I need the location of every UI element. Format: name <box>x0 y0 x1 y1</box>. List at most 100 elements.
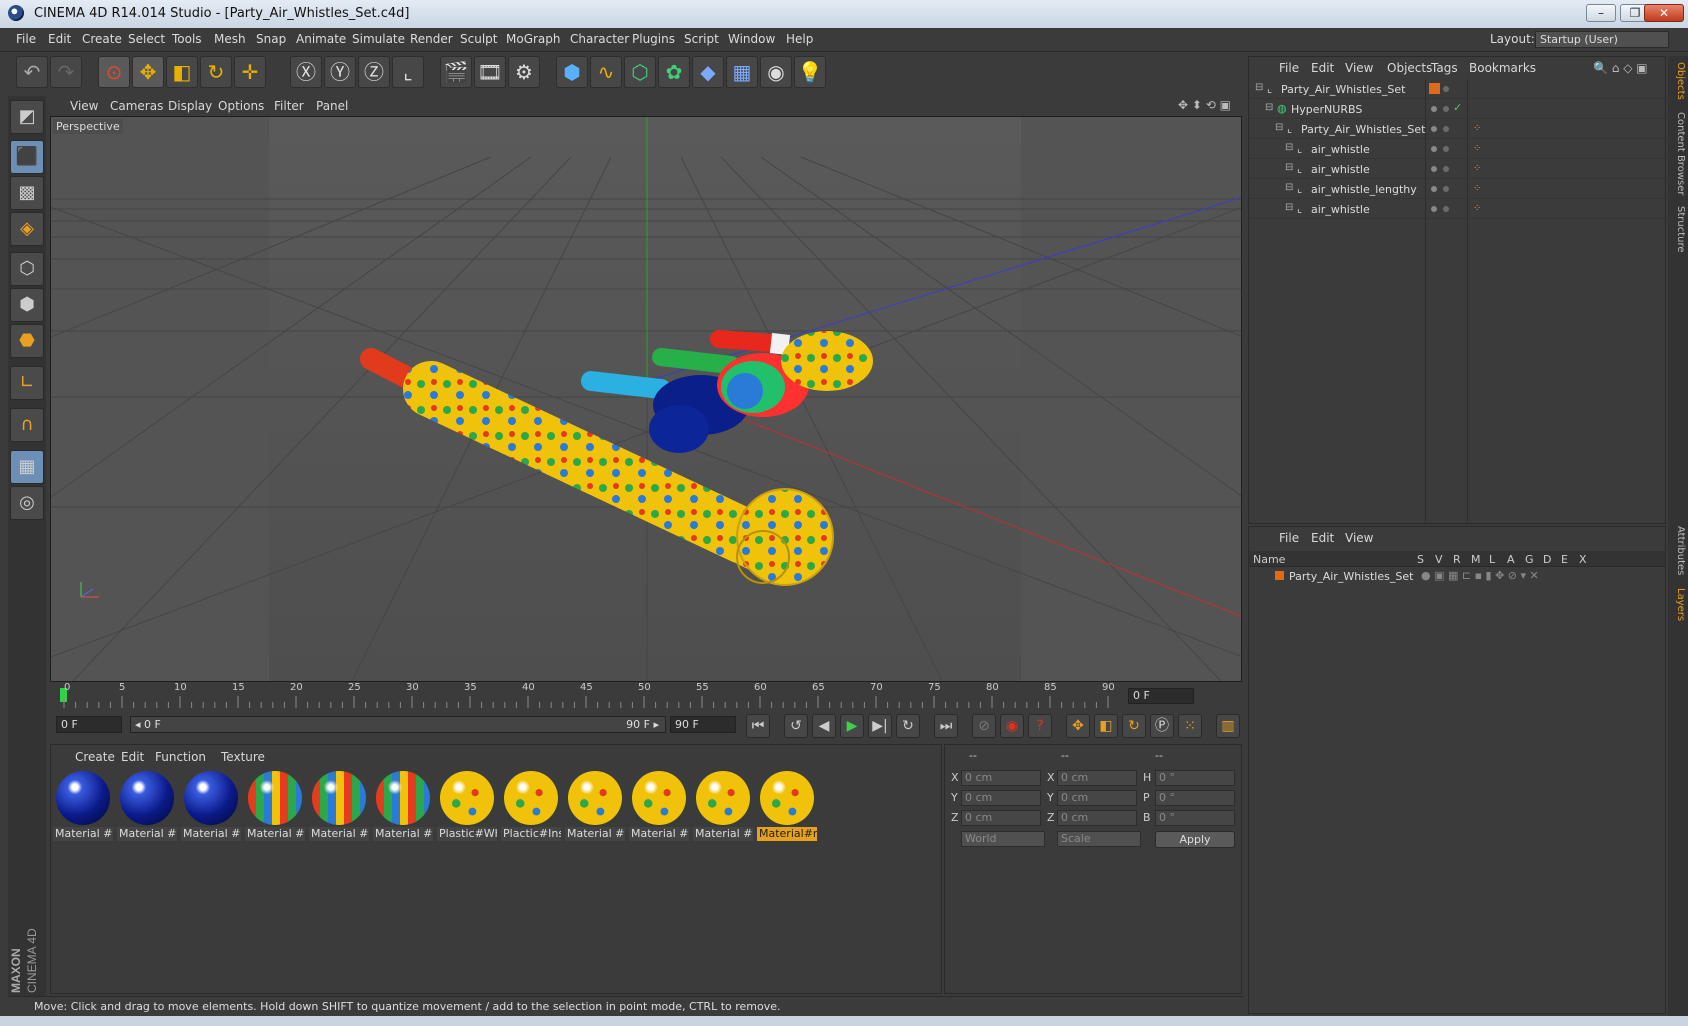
object-name[interactable]: air_whistle <box>1311 203 1370 216</box>
object-name[interactable]: Party_Air_Whistles_Set <box>1281 83 1405 96</box>
size-y-field[interactable]: 0 cm <box>1057 790 1137 806</box>
material-menu-function[interactable]: Function <box>155 750 206 764</box>
edges-mode-icon[interactable]: ⬢ <box>10 288 44 322</box>
viewport-menu-filter[interactable]: Filter <box>274 99 304 113</box>
material-swatch[interactable]: Material #g <box>245 769 305 841</box>
objects-menu-edit[interactable]: Edit <box>1311 61 1334 75</box>
layers-menu-file[interactable]: File <box>1279 531 1299 545</box>
objects-menu-view[interactable]: View <box>1345 61 1373 75</box>
previous-key-icon[interactable]: ↺ <box>784 714 808 738</box>
menu-edit[interactable]: Edit <box>48 32 71 46</box>
render-visibility-icon[interactable] <box>1443 126 1449 132</box>
texture-mode-icon[interactable]: ▩ <box>10 176 44 210</box>
recent-tool-icon[interactable]: ✛ <box>234 56 266 88</box>
layer-color-swatch[interactable] <box>1275 571 1284 580</box>
workplane-icon[interactable]: ◈ <box>10 212 44 246</box>
start-frame-field[interactable]: 0 F <box>56 716 122 733</box>
expand-toggle-icon[interactable]: ⊟ <box>1285 202 1293 213</box>
rotate-tool-icon[interactable]: ↻ <box>200 56 232 88</box>
record-keys-icon[interactable]: ⊘ <box>972 714 996 738</box>
render-visibility-icon[interactable] <box>1443 166 1449 172</box>
render-picture-viewer-icon[interactable]: 🎞 <box>474 56 506 88</box>
material-swatch[interactable]: Plastic#Wh <box>437 769 497 841</box>
material-swatch[interactable]: Material #g <box>309 769 369 841</box>
render-view-icon[interactable]: 🎬 <box>440 56 472 88</box>
viewport-nav-icons[interactable]: ✥ ⬍ ⟲ ▣ <box>1178 98 1231 112</box>
timeline-ruler[interactable]: 0 5 10 15 20 25 30 35 40 45 50 55 60 65 … <box>50 682 1242 710</box>
menu-window[interactable]: Window <box>728 32 775 46</box>
snap-icon[interactable]: ◎ <box>10 486 44 520</box>
viewport-menu-panel[interactable]: Panel <box>316 99 348 113</box>
cube-object-icon[interactable]: ⬢ <box>556 56 588 88</box>
y-axis-icon[interactable]: Ⓨ <box>324 56 356 88</box>
object-name[interactable]: Party_Air_Whistles_Set <box>1301 123 1425 136</box>
previous-frame-icon[interactable]: ◀ <box>812 714 836 738</box>
floor-icon[interactable]: ▦ <box>726 56 758 88</box>
object-name[interactable]: HyperNURBS <box>1291 103 1362 116</box>
expand-toggle-icon[interactable]: ⊟ <box>1285 182 1293 193</box>
material-swatch[interactable]: Material#ro <box>757 769 817 841</box>
material-swatch[interactable]: Material #1 <box>117 769 177 841</box>
make-editable-icon[interactable]: ◩ <box>10 100 44 134</box>
tab-layers[interactable]: Layers <box>1670 588 1686 621</box>
menu-help[interactable]: Help <box>786 32 813 46</box>
layers-menu-edit[interactable]: Edit <box>1311 531 1334 545</box>
objects-menu-file[interactable]: File <box>1279 61 1299 75</box>
render-visibility-icon[interactable] <box>1443 146 1449 152</box>
menu-file[interactable]: File <box>16 32 36 46</box>
tab-attributes[interactable]: Attributes <box>1670 526 1686 575</box>
array-icon[interactable]: ✿ <box>658 56 690 88</box>
tab-content-browser[interactable]: Content Browser <box>1670 112 1686 195</box>
key-pla-icon[interactable]: ⁙ <box>1178 714 1202 738</box>
spline-icon[interactable]: ∿ <box>590 56 622 88</box>
x-axis-icon[interactable]: Ⓧ <box>290 56 322 88</box>
tab-structure[interactable]: Structure <box>1670 206 1686 253</box>
object-row[interactable]: ⊟ ⌞ air_whistle ⁘ <box>1249 159 1665 179</box>
render-visibility-icon[interactable] <box>1443 186 1449 192</box>
material-swatch[interactable]: Material #1 <box>53 769 113 841</box>
menu-plugins[interactable]: Plugins <box>632 32 675 46</box>
render-visibility-icon[interactable] <box>1443 106 1449 112</box>
editor-visibility-icon[interactable] <box>1431 166 1437 172</box>
coordinate-system-icon[interactable]: ⌞ <box>392 56 424 88</box>
undo-icon[interactable]: ↶ <box>16 56 48 88</box>
enabled-check-icon[interactable]: ✓ <box>1453 101 1462 114</box>
go-to-start-icon[interactable]: ⏮ <box>746 714 770 738</box>
size-z-field[interactable]: 0 cm <box>1057 810 1137 826</box>
viewport-menu-options[interactable]: Options <box>218 99 264 113</box>
menu-snap[interactable]: Snap <box>256 32 286 46</box>
material-swatch[interactable]: Material #F <box>565 769 625 841</box>
material-tag-icon[interactable]: ⁘ <box>1473 183 1483 194</box>
menu-select[interactable]: Select <box>128 32 165 46</box>
material-swatch[interactable]: Material #g <box>373 769 433 841</box>
perspective-viewport[interactable]: Perspective <box>50 116 1242 682</box>
end-frame-field[interactable]: 90 F <box>670 716 736 733</box>
play-icon[interactable]: ▶ <box>840 714 864 738</box>
menu-sculpt[interactable]: Sculpt <box>460 32 497 46</box>
editor-visibility-icon[interactable] <box>1431 206 1437 212</box>
editor-visibility-icon[interactable] <box>1431 106 1437 112</box>
model-mode-icon[interactable]: ⬛ <box>10 140 44 174</box>
expand-toggle-icon[interactable]: ⊟ <box>1275 122 1283 133</box>
close-button[interactable]: ✕ <box>1644 4 1684 22</box>
render-visibility-icon[interactable] <box>1443 206 1449 212</box>
go-to-end-icon[interactable]: ⏭ <box>934 714 958 738</box>
editor-visibility-icon[interactable] <box>1431 126 1437 132</box>
menu-tools[interactable]: Tools <box>172 32 202 46</box>
material-menu-edit[interactable]: Edit <box>121 750 144 764</box>
object-row[interactable]: ⊟ ⌞ Party_Air_Whistles_Set <box>1249 79 1665 99</box>
layers-menu-view[interactable]: View <box>1345 531 1373 545</box>
material-tag-icon[interactable]: ⁘ <box>1473 163 1483 174</box>
objects-menu-tags[interactable]: Tags <box>1431 61 1458 75</box>
light-icon[interactable]: 💡 <box>794 56 826 88</box>
next-frame-icon[interactable]: ▶| <box>868 714 892 738</box>
material-tag-icon[interactable]: ⁘ <box>1473 123 1483 134</box>
objects-menu-objects[interactable]: Objects <box>1387 61 1432 75</box>
menu-character[interactable]: Character <box>570 32 629 46</box>
preview-range-slider[interactable]: ◂ 0 F 90 F ▸ <box>130 716 666 733</box>
objects-menu-bookmarks[interactable]: Bookmarks <box>1469 61 1536 75</box>
current-frame-field[interactable]: 0 F <box>1128 688 1194 704</box>
object-row[interactable]: ⊟ ⌞ Party_Air_Whistles_Set ⁘ <box>1249 119 1665 139</box>
object-name[interactable]: air_whistle_lengthy <box>1311 183 1417 196</box>
expand-toggle-icon[interactable]: ⊟ <box>1285 162 1293 173</box>
